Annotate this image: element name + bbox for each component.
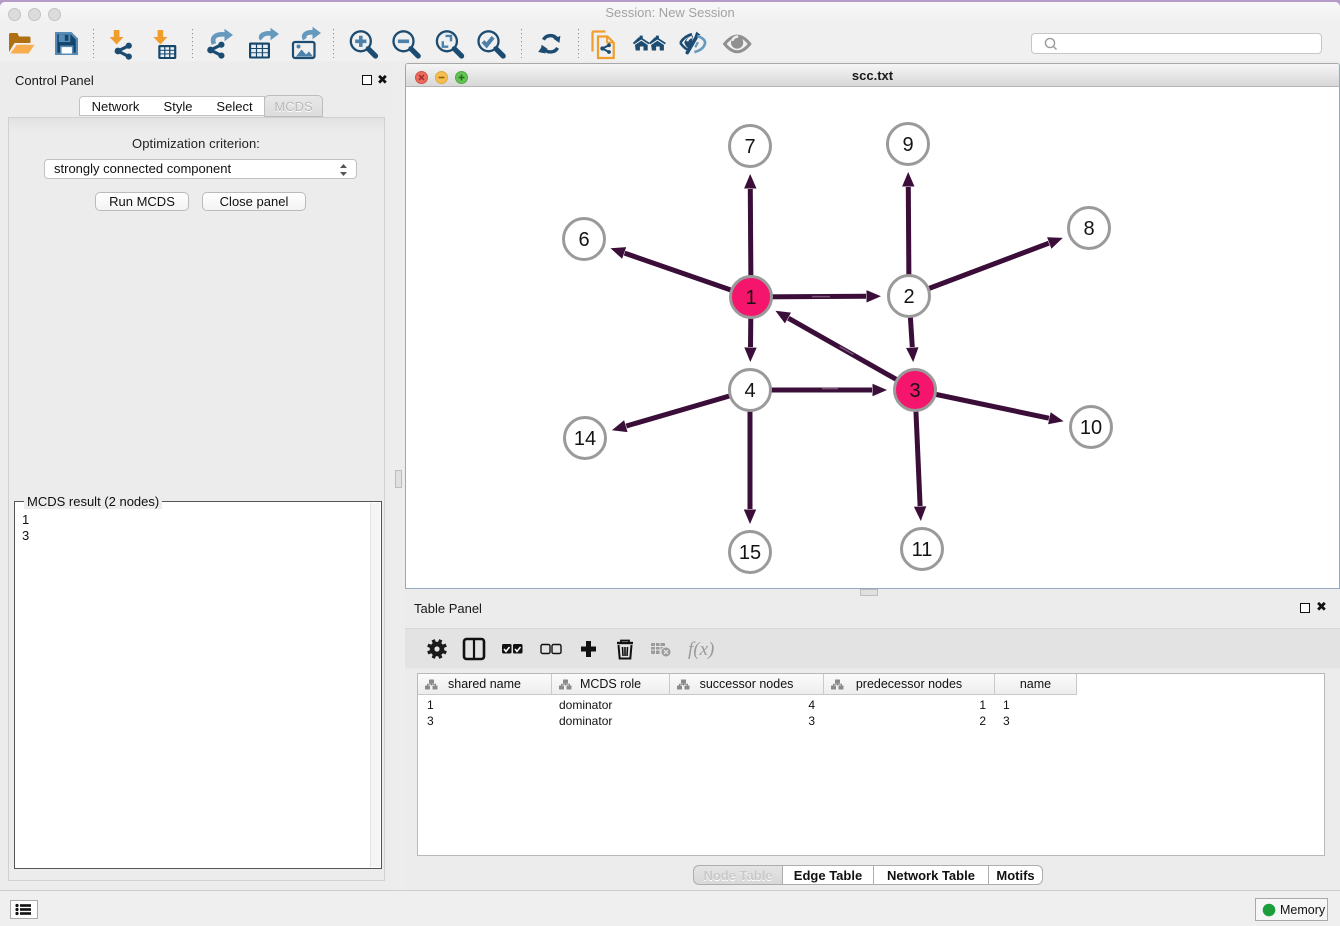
svg-text:7: 7 [744,136,755,158]
svg-text:f(x): f(x) [688,639,714,660]
svg-text:8: 8 [1083,218,1094,240]
svg-text:2: 2 [903,286,914,308]
svg-text:4: 4 [744,380,755,402]
svg-text:1: 1 [745,287,756,309]
svg-text:10: 10 [1080,417,1102,439]
svg-text:9: 9 [902,134,913,156]
svg-text:11: 11 [912,539,933,561]
svg-text:3: 3 [909,380,920,402]
svg-text:15: 15 [739,542,761,564]
svg-text:6: 6 [578,229,589,251]
svg-text:14: 14 [574,428,596,450]
